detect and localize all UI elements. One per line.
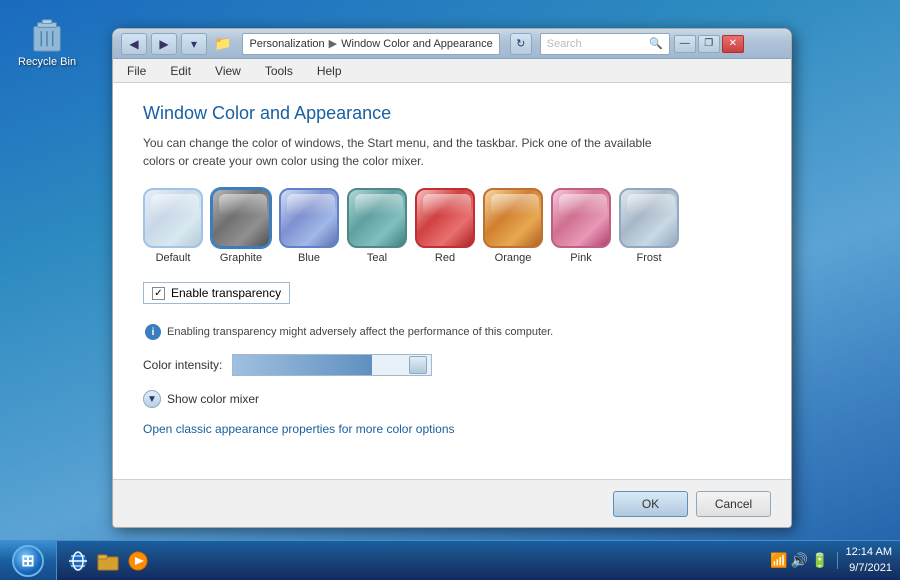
network-icon: 📶 bbox=[770, 552, 787, 569]
start-orb: ⊞ bbox=[12, 545, 44, 577]
restore-button[interactable]: ❐ bbox=[698, 35, 720, 53]
intensity-row: Color intensity: bbox=[143, 354, 761, 376]
recycle-bin-label: Recycle Bin bbox=[18, 56, 76, 68]
address-part2: Window Color and Appearance bbox=[341, 38, 493, 50]
swatch-item-default[interactable]: Default bbox=[143, 188, 203, 264]
windows-logo-icon: ⊞ bbox=[21, 551, 34, 571]
folder-icon: 📁 bbox=[214, 35, 231, 52]
transparency-checkbox[interactable]: ✓ bbox=[152, 287, 165, 300]
color-mixer-label: Show color mixer bbox=[167, 392, 259, 406]
swatch-item-graphite[interactable]: Graphite bbox=[211, 188, 271, 264]
swatch-label-default: Default bbox=[156, 252, 191, 264]
search-placeholder: Search bbox=[547, 38, 649, 50]
media-player-icon[interactable] bbox=[123, 546, 153, 576]
swatch-label-red: Red bbox=[435, 252, 455, 264]
back-button[interactable]: ◀ bbox=[121, 33, 147, 55]
swatch-pink[interactable] bbox=[551, 188, 611, 248]
transparency-note: i Enabling transparency might adversely … bbox=[145, 324, 761, 340]
clock[interactable]: 12:14 AM 9/7/2021 bbox=[846, 545, 892, 576]
slider-thumb[interactable] bbox=[409, 356, 427, 374]
slider-fill bbox=[233, 355, 372, 375]
transparency-label: Enable transparency bbox=[171, 286, 281, 300]
desktop: Recycle Bin ◀ ▶ ▾ 📁 Personalization ▶ Wi… bbox=[0, 0, 900, 580]
swatch-blue[interactable] bbox=[279, 188, 339, 248]
address-separator: ▶ bbox=[329, 37, 337, 50]
swatch-item-red[interactable]: Red bbox=[415, 188, 475, 264]
taskbar: ⊞ 📶 � bbox=[0, 540, 900, 580]
title-bar: ◀ ▶ ▾ 📁 Personalization ▶ Window Color a… bbox=[113, 29, 791, 59]
window-controls: — ❐ ✕ bbox=[674, 35, 744, 53]
recycle-bin-icon[interactable]: Recycle Bin bbox=[18, 15, 76, 68]
swatch-graphite[interactable] bbox=[211, 188, 271, 248]
nav-controls: ◀ ▶ ▾ 📁 Personalization ▶ Window Color a… bbox=[121, 33, 670, 55]
classic-link[interactable]: Open classic appearance properties for m… bbox=[143, 422, 455, 436]
swatch-frost[interactable] bbox=[619, 188, 679, 248]
dropdown-button[interactable]: ▾ bbox=[181, 33, 207, 55]
refresh-button[interactable]: ↻ bbox=[510, 33, 532, 55]
volume-icon: 🔊 bbox=[791, 552, 808, 569]
ie-icon[interactable] bbox=[63, 546, 93, 576]
swatch-item-orange[interactable]: Orange bbox=[483, 188, 543, 264]
swatch-item-teal[interactable]: Teal bbox=[347, 188, 407, 264]
battery-icon: 🔋 bbox=[811, 552, 828, 569]
swatch-label-blue: Blue bbox=[298, 252, 320, 264]
menu-help[interactable]: Help bbox=[311, 62, 348, 80]
description: You can change the color of windows, the… bbox=[143, 134, 663, 170]
dialog-window: ◀ ▶ ▾ 📁 Personalization ▶ Window Color a… bbox=[112, 28, 792, 528]
explorer-icon[interactable] bbox=[93, 546, 123, 576]
start-button[interactable]: ⊞ bbox=[0, 541, 57, 580]
swatch-label-pink: Pink bbox=[570, 252, 591, 264]
forward-button[interactable]: ▶ bbox=[151, 33, 177, 55]
minimize-button[interactable]: — bbox=[674, 35, 696, 53]
taskbar-right: 📶 🔊 🔋 12:14 AM 9/7/2021 bbox=[770, 545, 900, 576]
swatch-teal[interactable] bbox=[347, 188, 407, 248]
swatch-item-blue[interactable]: Blue bbox=[279, 188, 339, 264]
menu-edit[interactable]: Edit bbox=[164, 62, 197, 80]
swatch-default[interactable] bbox=[143, 188, 203, 248]
swatch-item-pink[interactable]: Pink bbox=[551, 188, 611, 264]
info-icon: i bbox=[145, 324, 161, 340]
clock-date: 9/7/2021 bbox=[846, 561, 892, 576]
swatch-label-frost: Frost bbox=[636, 252, 661, 264]
page-title: Window Color and Appearance bbox=[143, 103, 761, 124]
note-text: Enabling transparency might adversely af… bbox=[167, 326, 553, 338]
swatch-orange[interactable] bbox=[483, 188, 543, 248]
system-tray: 📶 🔊 🔋 bbox=[770, 552, 837, 569]
dialog-footer: OK Cancel bbox=[113, 479, 791, 527]
close-button[interactable]: ✕ bbox=[722, 35, 744, 53]
search-icon: 🔍 bbox=[649, 37, 663, 50]
swatch-label-teal: Teal bbox=[367, 252, 387, 264]
expand-icon[interactable]: ▼ bbox=[143, 390, 161, 408]
intensity-label: Color intensity: bbox=[143, 358, 222, 372]
swatch-item-frost[interactable]: Frost bbox=[619, 188, 679, 264]
menu-file[interactable]: File bbox=[121, 62, 152, 80]
ok-button[interactable]: OK bbox=[613, 491, 688, 517]
address-bar[interactable]: Personalization ▶ Window Color and Appea… bbox=[242, 33, 499, 55]
color-swatches: Default Graphite Blue Teal Red bbox=[143, 188, 761, 264]
intensity-slider[interactable] bbox=[232, 354, 432, 376]
content-area: Window Color and Appearance You can chan… bbox=[113, 83, 791, 479]
clock-time: 12:14 AM bbox=[846, 545, 892, 560]
color-mixer-row[interactable]: ▼ Show color mixer bbox=[143, 390, 761, 408]
cancel-button[interactable]: Cancel bbox=[696, 491, 771, 517]
swatch-label-orange: Orange bbox=[495, 252, 532, 264]
swatch-red[interactable] bbox=[415, 188, 475, 248]
menu-view[interactable]: View bbox=[209, 62, 247, 80]
transparency-row[interactable]: ✓ Enable transparency bbox=[143, 282, 290, 304]
menu-bar: File Edit View Tools Help bbox=[113, 59, 791, 83]
menu-tools[interactable]: Tools bbox=[259, 62, 299, 80]
address-part1: Personalization bbox=[249, 38, 324, 50]
swatch-label-graphite: Graphite bbox=[220, 252, 262, 264]
search-box[interactable]: Search 🔍 bbox=[540, 33, 670, 55]
